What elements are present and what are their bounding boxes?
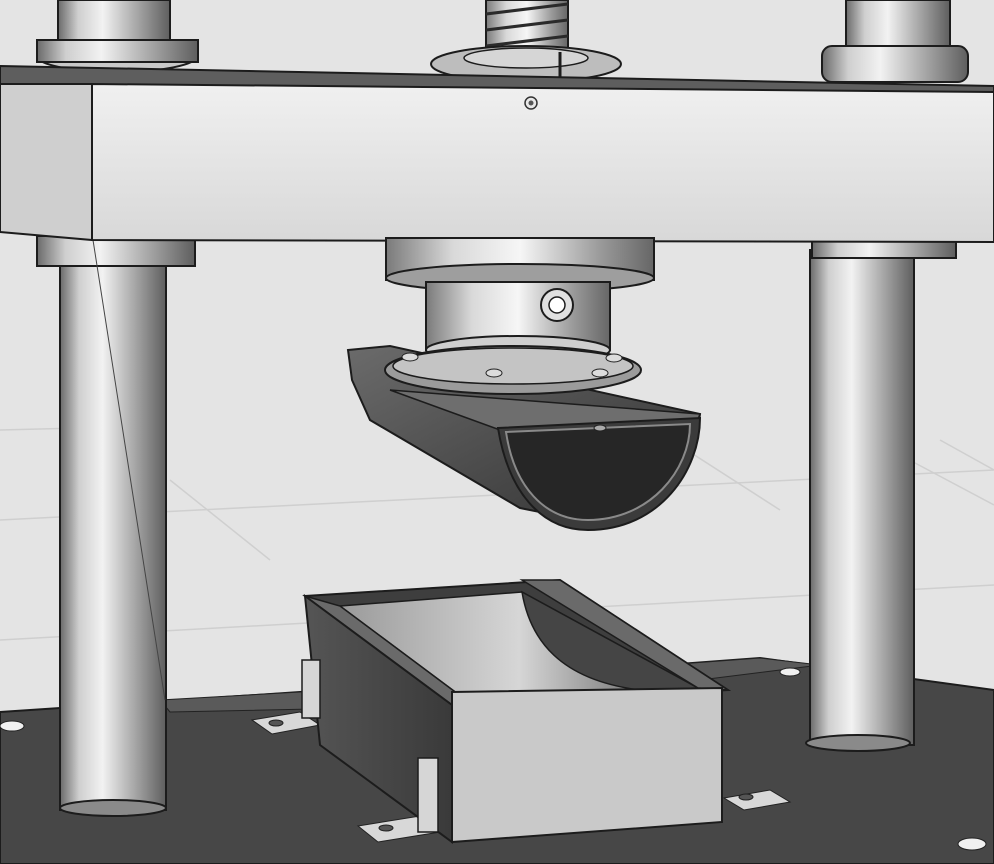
mounting-hole — [779, 667, 801, 677]
press-machine-render — [0, 0, 994, 864]
mounting-hole — [0, 720, 25, 732]
crossbeam — [0, 64, 994, 244]
mounting-hole — [957, 837, 987, 851]
